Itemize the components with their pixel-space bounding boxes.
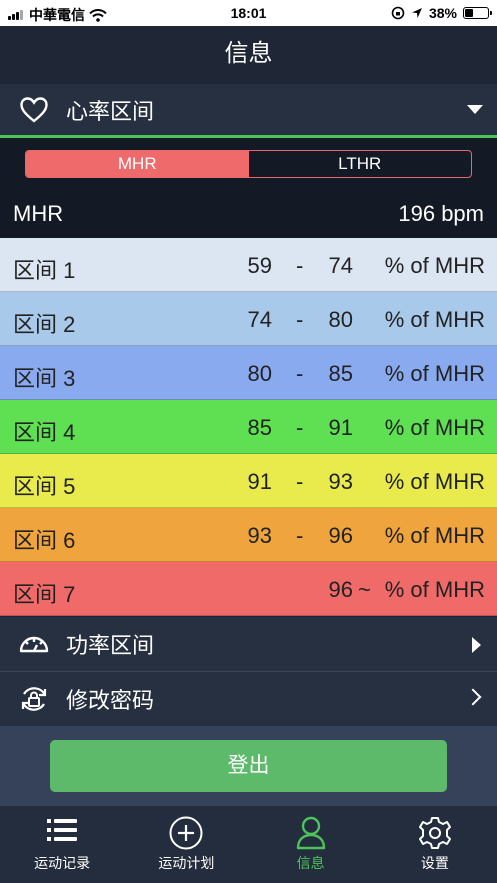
zone-unit: % of MHR [384, 415, 485, 440]
power-zone-row[interactable]: 功率区间 [0, 617, 497, 671]
logout-button[interactable]: 登出 [50, 740, 447, 792]
zone-unit: % of MHR [384, 523, 485, 548]
zone-row: 区间 1 59-74 % of MHR [0, 238, 497, 292]
plus-circle-icon [169, 816, 203, 850]
zone-low: 74 [247, 307, 272, 332]
zone-unit: % of MHR [384, 469, 485, 494]
page-title: 信息 [0, 26, 497, 84]
tab-workout-plan[interactable]: 运动计划 [124, 806, 248, 883]
gear-icon [418, 817, 451, 849]
user-icon [296, 816, 325, 850]
zone-high: 96 [328, 523, 353, 548]
speedometer-icon [19, 636, 49, 653]
battery-icon [463, 7, 492, 19]
zone-name: 区间 4 [13, 420, 76, 445]
tab-label: 运动记录 [34, 855, 91, 871]
mhr-value: 196 bpm [398, 201, 484, 226]
zone-separator: - [296, 361, 304, 386]
mhr-lthr-toggle[interactable]: MHR LTHR [25, 150, 472, 178]
list-icon [47, 819, 78, 841]
zone-low: 80 [247, 361, 272, 386]
heart-zone-section-header[interactable]: 心率区间 [0, 84, 497, 136]
zone-row: 区间 5 91-93 % of MHR [0, 454, 497, 508]
zone-separator: - [296, 469, 304, 494]
tab-label: 信息 [296, 855, 325, 871]
tab-workout-records[interactable]: 运动记录 [0, 806, 124, 883]
status-right: 38% [391, 5, 492, 21]
zone-low: 96 [328, 577, 353, 602]
chevron-down-icon[interactable] [467, 105, 483, 114]
zone-unit: % of MHR [384, 307, 485, 332]
zone-high: 93 [328, 469, 353, 494]
tab-label: 运动计划 [158, 855, 215, 871]
caret-right-icon [472, 637, 481, 653]
zone-row: 区间 4 85-91 % of MHR [0, 400, 497, 454]
tab-info[interactable]: 信息 [249, 806, 373, 883]
change-password-row[interactable]: 修改密码 [0, 672, 497, 726]
zone-unit: % of MHR [384, 577, 485, 602]
zone-separator: - [296, 415, 304, 440]
zone-unit: % of MHR [384, 361, 485, 386]
battery-percent: 38% [428, 5, 457, 21]
zone-separator: - [296, 523, 304, 548]
zone-name: 区间 6 [13, 528, 76, 553]
tab-label: 设置 [420, 855, 449, 871]
location-icon [411, 8, 422, 18]
power-zone-label: 功率区间 [66, 633, 155, 658]
zone-separator: - [296, 253, 304, 278]
zone-name: 区间 3 [13, 366, 76, 391]
chevron-right-icon [464, 688, 482, 706]
zone-high: 80 [328, 307, 353, 332]
heart-icon [20, 97, 48, 123]
rotation-lock-icon [391, 6, 405, 20]
zone-unit: % of MHR [384, 253, 485, 278]
zone-low: 93 [247, 523, 272, 548]
segment-mhr[interactable]: MHR [26, 151, 249, 177]
zone-separator: - [296, 307, 304, 332]
mhr-row[interactable]: MHR 196 bpm [0, 190, 497, 238]
zone-row: 区间 2 74-80 % of MHR [0, 292, 497, 346]
mhr-label: MHR [13, 201, 64, 226]
status-bar: 中華電信 18:01 38% [0, 0, 497, 26]
change-password-label: 修改密码 [66, 688, 155, 713]
zone-row: 区间 3 80-85 % of MHR [0, 346, 497, 400]
zone-low: 85 [247, 415, 272, 440]
heart-zone-label: 心率区间 [66, 99, 155, 124]
zone-separator: ~ [358, 577, 371, 602]
lock-refresh-icon [21, 687, 47, 711]
zone-low: 59 [247, 253, 272, 278]
zone-name: 区间 7 [13, 582, 76, 607]
zone-name: 区间 1 [13, 258, 76, 283]
zone-high: 91 [328, 415, 353, 440]
zone-name: 区间 2 [13, 312, 76, 337]
zone-high: 74 [328, 253, 353, 278]
zone-high: 85 [328, 361, 353, 386]
logout-area: 登出 [0, 726, 497, 806]
zone-row: 区间 6 93-96 % of MHR [0, 508, 497, 562]
tab-settings[interactable]: 设置 [373, 806, 497, 883]
segment-container: MHR LTHR [0, 138, 497, 190]
segment-lthr[interactable]: LTHR [249, 151, 472, 177]
zone-low: 91 [247, 469, 272, 494]
tab-bar: 运动记录 运动计划 信息 设置 [0, 806, 497, 883]
zone-row: 区间 7 96 ~ % of MHR [0, 562, 497, 616]
zone-name: 区间 5 [13, 474, 76, 499]
